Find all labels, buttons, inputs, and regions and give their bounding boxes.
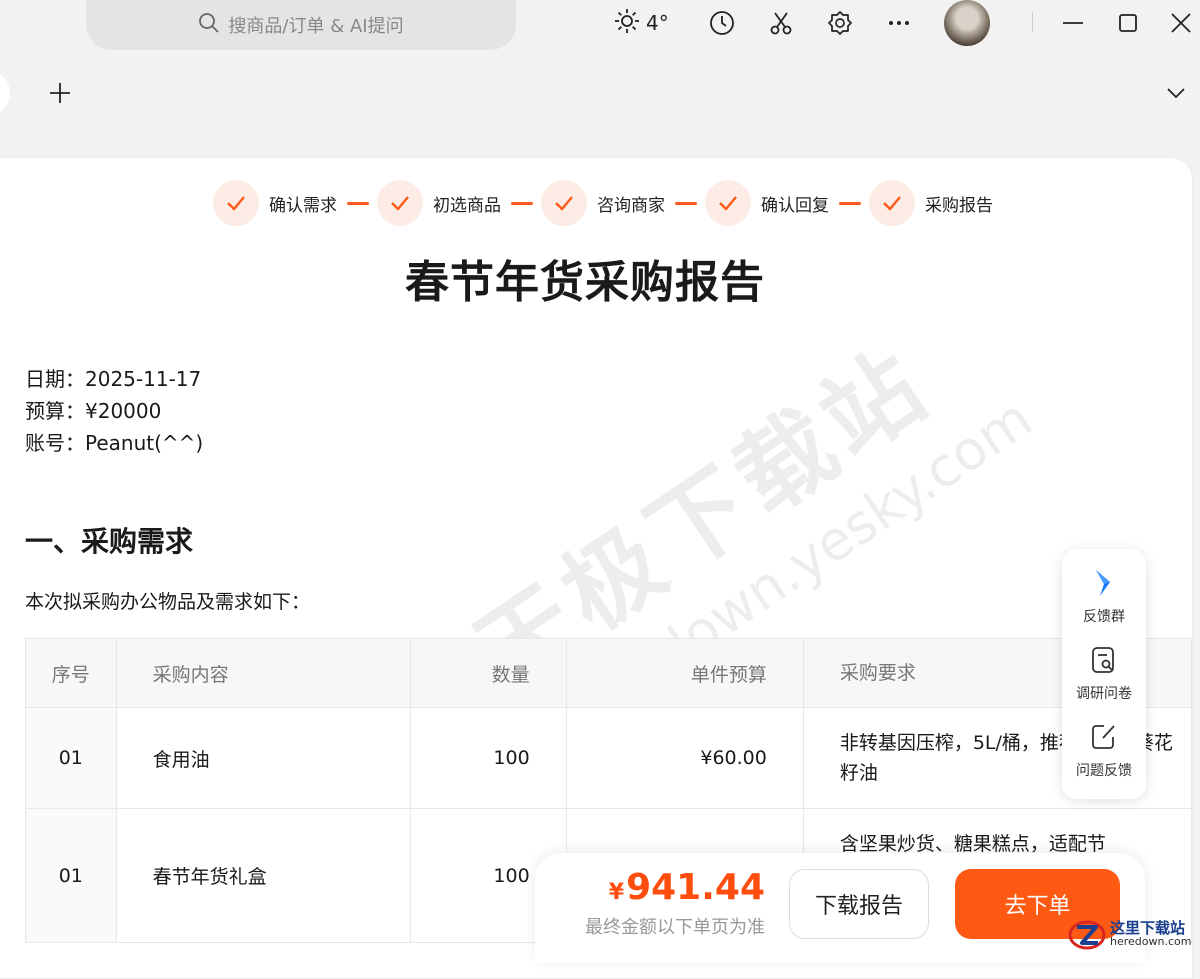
minimize-icon[interactable] [1058, 8, 1088, 38]
edit-feedback-icon [1090, 722, 1118, 756]
price-amount: 941.44 [626, 867, 765, 908]
sun-icon [614, 8, 640, 39]
weather-widget[interactable]: 4° [614, 8, 669, 38]
cell-no: 01 [25, 808, 117, 943]
chevron-down-icon[interactable] [1161, 78, 1191, 108]
side-item-label: 反馈群 [1083, 609, 1125, 626]
column-header: 采购内容 [115, 638, 412, 708]
maximize-icon[interactable] [1113, 8, 1143, 38]
floating-side-panel: 反馈群 调研问卷 问题反馈 [1062, 549, 1146, 799]
heredown-logo-icon [1068, 920, 1106, 950]
step-2: 初选商品 [377, 180, 501, 226]
step-3: 咨询商家 [541, 180, 665, 226]
survey-icon [1090, 645, 1118, 679]
feedback-group-button[interactable]: 反馈群 [1083, 568, 1125, 626]
report-meta: 日期：2025-11-17 预算：¥20000 账号：Peanut(^^) [25, 363, 203, 459]
step-label: 确认回复 [761, 195, 829, 216]
step-connector [675, 201, 697, 205]
feedback-group-icon [1090, 568, 1118, 602]
column-header: 单件预算 [565, 638, 804, 708]
site-logo: 这里下载站 heredown.com [1068, 915, 1200, 955]
step-label: 确认需求 [269, 195, 337, 216]
settings-icon[interactable] [825, 8, 855, 38]
avatar[interactable] [944, 0, 990, 46]
cell-item: 春节年货礼盒 [115, 808, 412, 943]
side-item-label: 问题反馈 [1076, 762, 1132, 779]
checkout-bar: ¥941.44 最终金额以下单页为准 下载报告 去下单 [535, 853, 1145, 963]
side-item-label: 调研问卷 [1076, 685, 1132, 702]
close-icon[interactable] [1166, 8, 1196, 38]
table-header-row: 序号 采购内容 数量 单件预算 采购要求 [25, 638, 1192, 708]
step-connector [511, 201, 533, 205]
search-placeholder: 搜商品/订单 & AI提问 [228, 16, 404, 37]
logo-text-en: heredown.com [1110, 935, 1192, 948]
step-5: 采购报告 [869, 180, 993, 226]
download-report-button[interactable]: 下载报告 [789, 869, 929, 939]
step-label: 初选商品 [433, 195, 501, 216]
report-budget: 预算：¥20000 [25, 399, 162, 423]
weather-temperature: 4° [646, 11, 669, 35]
price-note: 最终金额以下单页为准 [585, 917, 765, 938]
issue-feedback-button[interactable]: 问题反馈 [1076, 722, 1132, 780]
title-bar: 搜商品/订单 & AI提问 4° [0, 0, 1200, 50]
check-icon [705, 180, 751, 226]
step-1: 确认需求 [213, 180, 337, 226]
step-4: 确认回复 [705, 180, 829, 226]
check-icon [213, 180, 259, 226]
progress-steps: 确认需求 初选商品 咨询商家 确认回复 采购报告 [213, 180, 993, 226]
tab-bar [0, 50, 1200, 134]
cell-budget: ¥60.00 [565, 707, 804, 809]
survey-button[interactable]: 调研问卷 [1076, 645, 1132, 703]
search-box[interactable]: 搜商品/订单 & AI提问 [86, 0, 516, 50]
logo-text-cn: 这里下载站 [1110, 919, 1186, 937]
history-icon[interactable] [707, 8, 737, 38]
report-title: 春节年货采购报告 [405, 257, 765, 308]
step-connector [347, 201, 369, 205]
section-heading: 一、采购需求 [25, 525, 194, 558]
check-icon [869, 180, 915, 226]
cell-qty: 100 [410, 707, 567, 809]
check-icon [541, 180, 587, 226]
report-account: 账号：Peanut(^^) [25, 431, 204, 455]
report-date: 日期：2025-11-17 [25, 367, 202, 391]
section-intro: 本次拟采购办公物品及需求如下： [25, 591, 311, 613]
step-label: 咨询商家 [597, 195, 665, 216]
check-icon [377, 180, 423, 226]
new-tab-plus-icon[interactable] [45, 78, 75, 108]
scissors-icon[interactable] [766, 8, 796, 38]
cell-item: 食用油 [115, 707, 412, 809]
column-header: 数量 [410, 638, 567, 708]
currency-symbol: ¥ [608, 880, 625, 905]
step-connector [839, 201, 861, 205]
total-price: ¥941.44 [609, 867, 765, 908]
titlebar-divider [1032, 12, 1033, 32]
step-label: 采购报告 [925, 195, 993, 216]
table-row: 01 食用油 100 ¥60.00 非转基因压榨，5L/桶，推荐金龙鱼葵花籽油 [25, 707, 1192, 809]
column-header: 序号 [25, 638, 117, 708]
search-icon [198, 12, 220, 39]
cell-no: 01 [25, 707, 117, 809]
more-icon[interactable] [884, 8, 914, 38]
